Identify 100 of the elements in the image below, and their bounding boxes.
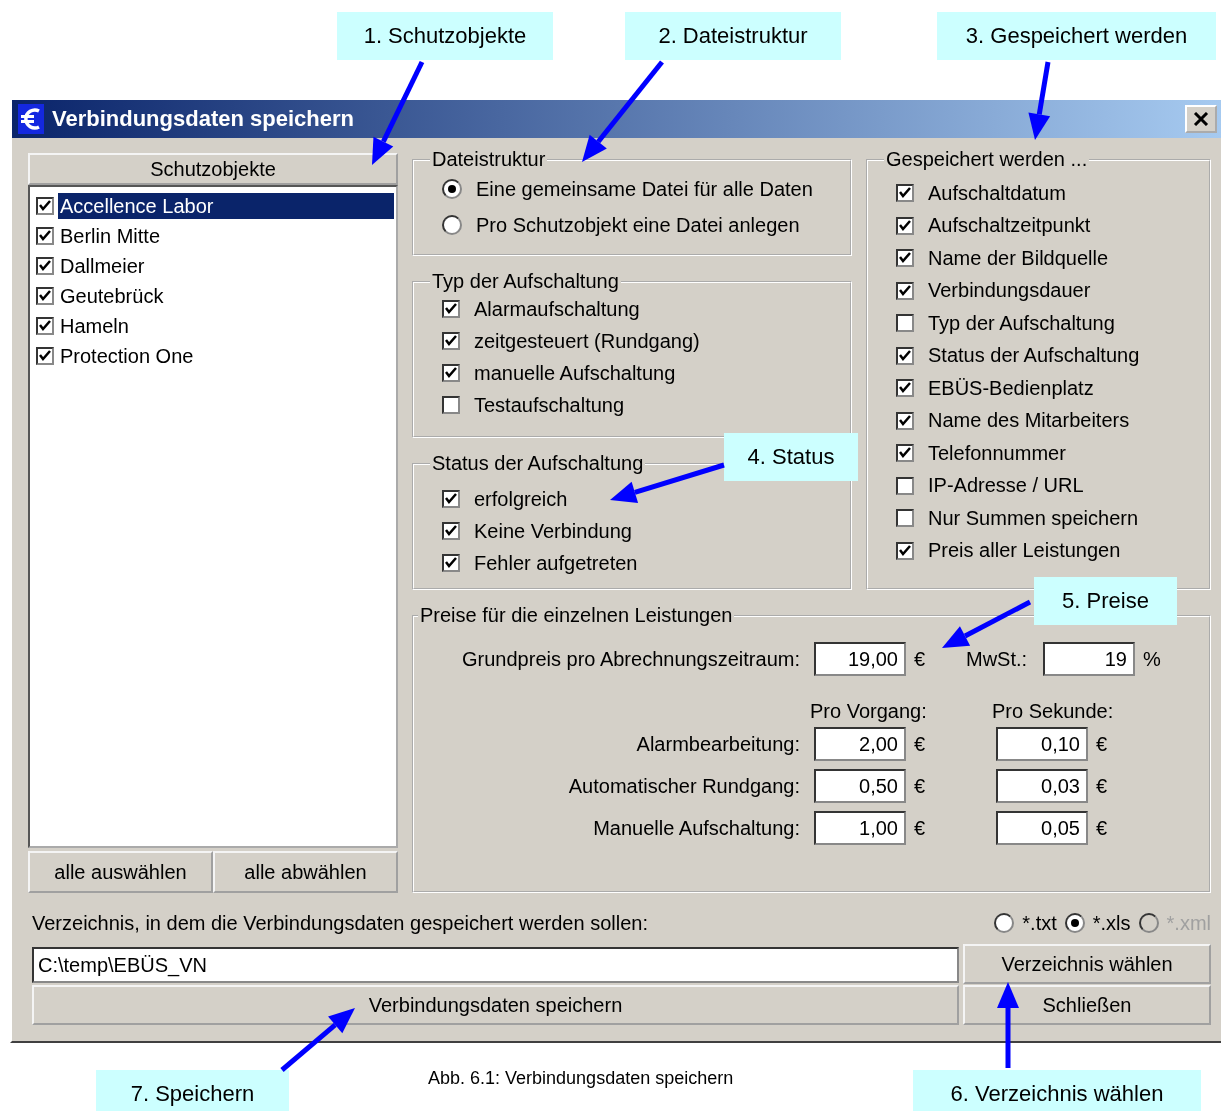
unit-label: €	[1095, 816, 1109, 840]
checkbox[interactable]	[442, 396, 460, 414]
callout-label: 5. Preise	[1034, 577, 1177, 625]
group-title: Typ der Aufschaltung	[432, 270, 619, 292]
checkbox[interactable]	[36, 287, 54, 305]
price-field[interactable]: 2,00	[814, 727, 906, 761]
checkbox[interactable]	[442, 554, 460, 572]
unit-label: €	[1095, 774, 1109, 798]
checkbox-label: Testaufschaltung	[474, 393, 625, 417]
checkbox-label: Aufschaltzeitpunkt	[928, 214, 1091, 238]
checkbox[interactable]	[442, 522, 460, 540]
checkbox[interactable]	[442, 364, 460, 382]
choose-directory-button[interactable]: Verzeichnis wählen	[963, 944, 1211, 984]
price-field[interactable]: 0,10	[996, 727, 1088, 761]
select-button[interactable]: alle abwählen	[213, 851, 398, 893]
callout-label: 1. Schutzobjekte	[337, 12, 553, 60]
close-button[interactable]	[1185, 105, 1217, 133]
field-label: Manuelle Aufschaltung:	[592, 816, 800, 840]
checkbox[interactable]	[896, 476, 914, 495]
price-field[interactable]: 0,03	[996, 769, 1088, 803]
figure-caption: Abb. 6.1: Verbindungsdaten speichern	[428, 1068, 734, 1089]
callout-label: 6. Verzeichnis wählen	[913, 1070, 1201, 1111]
field-label: MwSt.:	[966, 647, 1029, 671]
format-label: *.xls	[1092, 911, 1131, 935]
checkbox[interactable]	[896, 216, 914, 235]
checkbox-label: IP-Adresse / URL	[928, 474, 1084, 498]
list-item[interactable]: Geutebrück	[58, 283, 166, 309]
unit-label: €	[913, 816, 927, 840]
checkbox-label: Keine Verbindung	[474, 519, 632, 543]
list-item[interactable]: Dallmeier	[58, 253, 147, 279]
checkbox-label: Alarmaufschaltung	[474, 297, 640, 321]
select-button[interactable]: alle auswählen	[28, 851, 213, 893]
checkbox-label: Preis aller Leistungen	[928, 539, 1121, 563]
callout-label: 4. Status	[724, 433, 858, 481]
price-field[interactable]: 19,00	[814, 642, 906, 676]
field-label: Alarmbearbeitung:	[635, 732, 800, 756]
checkbox-label: Verbindungsdauer	[928, 279, 1091, 303]
checkbox[interactable]	[896, 249, 914, 268]
unit-label: €	[913, 732, 927, 756]
checkbox[interactable]	[896, 444, 914, 463]
unit-label: %	[1142, 647, 1162, 671]
checkbox-label: Name der Bildquelle	[928, 246, 1109, 270]
checkbox[interactable]	[442, 332, 460, 350]
close-button[interactable]: Schließen	[963, 985, 1211, 1025]
radio-button[interactable]	[442, 179, 462, 199]
callout-label: 3. Gespeichert werden	[937, 12, 1216, 60]
group-title: Gespeichert werden ...	[886, 148, 1088, 170]
checkbox-label: EBÜS-Bedienplatz	[928, 376, 1094, 400]
checkbox[interactable]	[36, 197, 54, 215]
price-field[interactable]: 0,05	[996, 811, 1088, 845]
checkbox[interactable]	[896, 184, 914, 203]
option-label: Pro Schutzobjekt eine Datei anlegen	[476, 213, 800, 237]
column-label: Pro Vorgang:	[810, 700, 928, 723]
radio-button[interactable]	[1064, 913, 1085, 933]
checkbox[interactable]	[896, 411, 914, 430]
list-item[interactable]: Protection One	[58, 343, 196, 369]
list-item[interactable]: Berlin Mitte	[58, 223, 163, 249]
unit-label: €	[913, 647, 927, 671]
format-label: *.txt	[1022, 911, 1057, 935]
radio-button[interactable]	[994, 913, 1015, 933]
vat-field[interactable]: 19	[1043, 642, 1135, 676]
window-title: Verbindungsdaten speichern	[52, 106, 355, 132]
checkbox[interactable]	[442, 300, 460, 318]
field-label: Automatischer Rundgang:	[567, 774, 800, 798]
checkbox-label: Nur Summen speichern	[928, 506, 1139, 530]
price-field[interactable]: 0,50	[814, 769, 906, 803]
group-title: Dateistruktur	[432, 148, 546, 170]
euro-icon	[18, 104, 44, 134]
unit-label: €	[1095, 732, 1109, 756]
close-icon	[1193, 112, 1209, 126]
checkbox[interactable]	[896, 314, 914, 333]
price-field[interactable]: 1,00	[814, 811, 906, 845]
list-item[interactable]: Hameln	[58, 313, 131, 339]
callout-label: 7. Speichern	[96, 1070, 289, 1111]
save-button[interactable]: Verbindungsdaten speichern	[32, 985, 959, 1025]
checkbox-label: Name des Mitarbeiters	[928, 409, 1130, 433]
checkbox[interactable]	[36, 317, 54, 335]
checkbox[interactable]	[36, 227, 54, 245]
column-header[interactable]: Schutzobjekte	[28, 153, 398, 185]
field-label: Grundpreis pro Abrechnungszeitraum:	[461, 647, 800, 671]
checkbox[interactable]	[896, 346, 914, 365]
checkbox-label: Status der Aufschaltung	[928, 344, 1140, 368]
checkbox[interactable]	[36, 257, 54, 275]
column-label: Pro Sekunde:	[992, 700, 1114, 723]
radio-button[interactable]	[442, 215, 462, 235]
path-field[interactable]: C:\temp\EBÜS_VN	[32, 947, 959, 983]
unit-label: €	[913, 774, 927, 798]
list-item[interactable]: Accellence Labor	[58, 193, 394, 219]
checkbox-label: erfolgreich	[474, 487, 568, 511]
checkbox[interactable]	[896, 379, 914, 398]
group-title: Status der Aufschaltung	[432, 452, 644, 474]
checkbox[interactable]	[896, 509, 914, 528]
checkbox-label: zeitgesteuert (Rundgang)	[474, 329, 700, 353]
checkbox[interactable]	[896, 281, 914, 300]
directory-label: Verzeichnis, in dem die Verbindungsdaten gespeichert werden sollen:	[32, 911, 648, 935]
checkbox[interactable]	[442, 490, 460, 508]
checkbox-label: Typ der Aufschaltung	[928, 311, 1115, 335]
option-label: Eine gemeinsame Datei für alle Daten	[476, 177, 813, 201]
checkbox[interactable]	[896, 541, 914, 560]
checkbox[interactable]	[36, 347, 54, 365]
